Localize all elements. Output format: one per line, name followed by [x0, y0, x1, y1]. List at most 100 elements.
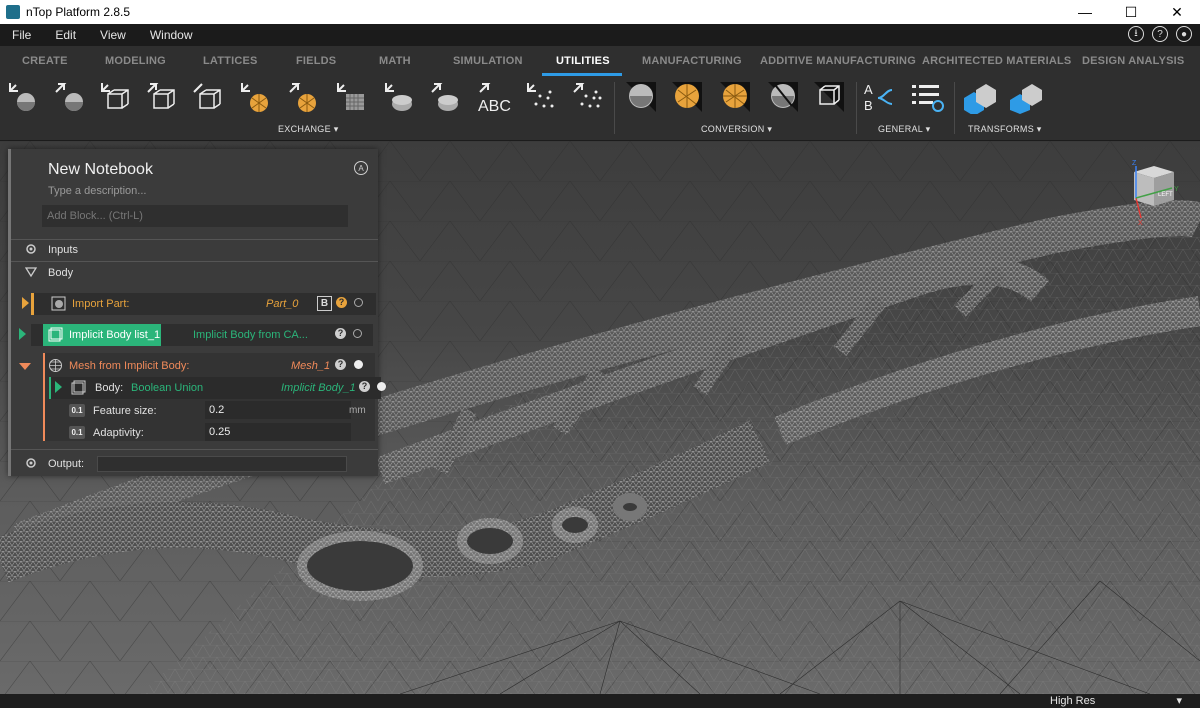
- group-label-exchange[interactable]: EXCHANGE ▾: [278, 124, 339, 135]
- body-from-lattice-tool[interactable]: [812, 80, 846, 114]
- chevron-down-icon: ▾: [1176, 695, 1182, 707]
- svg-text:Y: Y: [1174, 186, 1179, 193]
- tab-create[interactable]: CREATE: [22, 46, 68, 76]
- tab-simulation[interactable]: SIMULATION: [453, 46, 523, 76]
- implicit-body-list-block[interactable]: Implicit Body list_1 Implicit Body from …: [19, 324, 373, 346]
- body-section[interactable]: Body: [11, 262, 378, 284]
- notebook-pin-icon[interactable]: A: [354, 161, 368, 175]
- window-controls: — ☐ ✕: [1062, 0, 1200, 24]
- globe-icon: [48, 358, 63, 373]
- window-title: nTop Platform 2.8.5: [26, 5, 131, 19]
- list-tool[interactable]: [910, 80, 944, 114]
- inputs-section[interactable]: Inputs: [11, 239, 378, 261]
- collapse-triangle-icon: [24, 266, 38, 281]
- output-label: Output:: [48, 458, 85, 470]
- mesh-block-output-port[interactable]: [354, 360, 363, 369]
- body-input-port[interactable]: [377, 382, 386, 391]
- export-image-stack-tool[interactable]: [428, 80, 462, 114]
- view-cube[interactable]: LEFT Z Y X: [1124, 158, 1184, 227]
- export-points-tool[interactable]: [570, 80, 604, 114]
- tab-architected-materials[interactable]: ARCHITECTED MATERIALS: [922, 46, 1071, 76]
- tab-lattices[interactable]: LATTICES: [203, 46, 258, 76]
- convert-mesh-tool[interactable]: [670, 80, 704, 114]
- mesh-from-implicit-block[interactable]: Mesh from Implicit Body: Mesh_1 ?: [19, 355, 373, 377]
- implicit-body-list-output-port[interactable]: [353, 329, 362, 338]
- group-label-general[interactable]: GENERAL ▾: [878, 124, 930, 135]
- tab-design-analysis[interactable]: DESIGN ANALYSIS: [1082, 46, 1184, 76]
- body-input-row[interactable]: Body: Boolean Union Implicit Body_1 ?: [49, 377, 386, 399]
- import-points-tool[interactable]: [524, 80, 558, 114]
- expand-triangle-icon[interactable]: [22, 297, 29, 309]
- import-image-stack-tool[interactable]: [382, 80, 416, 114]
- adaptivity-input[interactable]: 0.25: [205, 423, 351, 441]
- svg-text:B: B: [864, 98, 873, 113]
- scalar-icon: 0.1: [69, 426, 85, 439]
- import-lattice-tool[interactable]: [98, 80, 132, 114]
- tab-additive-manufacturing[interactable]: ADDITIVE MANUFACTURING: [760, 46, 916, 76]
- transform-tool[interactable]: [962, 80, 996, 116]
- import-part-badge[interactable]: B: [317, 296, 332, 311]
- group-label-transforms[interactable]: TRANSFORMS ▾: [968, 124, 1042, 135]
- mesh-block-help-icon[interactable]: ?: [335, 359, 346, 370]
- adaptivity-label: Adaptivity:: [93, 427, 144, 439]
- tab-math[interactable]: MATH: [379, 46, 411, 76]
- minimize-button[interactable]: —: [1062, 0, 1108, 24]
- export-lattice-tool[interactable]: [144, 80, 178, 114]
- menu-bar: File Edit View Window ⭳ ? ●: [0, 24, 1200, 46]
- download-icon[interactable]: ⭳: [1128, 26, 1144, 42]
- import-part-output-port[interactable]: [354, 298, 363, 307]
- remesh-tool[interactable]: [718, 80, 752, 114]
- mesh-block-value: Mesh_1: [291, 360, 331, 372]
- menu-view[interactable]: View: [88, 28, 138, 42]
- account-icon[interactable]: ●: [1176, 26, 1192, 42]
- group-label-conversion[interactable]: CONVERSION ▾: [701, 124, 772, 135]
- inputs-label: Inputs: [48, 244, 78, 256]
- ribbon-separator: [954, 82, 955, 134]
- rename-tool[interactable]: AB: [862, 80, 896, 114]
- implicit-body-list-name: Implicit Body list_1: [69, 329, 161, 341]
- import-part-icon: [51, 296, 66, 311]
- ribbon-separator: [856, 82, 857, 134]
- import-text-tool[interactable]: ABC: [476, 80, 516, 115]
- import-part-block[interactable]: Import Part: Part_0 B ?: [22, 293, 376, 315]
- svg-text:LEFT: LEFT: [1158, 192, 1173, 198]
- notebook-description[interactable]: Type a description...: [48, 185, 146, 197]
- rotate-tool[interactable]: [1008, 80, 1042, 114]
- export-part-tool[interactable]: [52, 80, 86, 114]
- title-bar: nTop Platform 2.8.5 — ☐ ✕: [0, 0, 1200, 24]
- output-field[interactable]: [97, 456, 347, 472]
- expand-triangle-icon[interactable]: [55, 381, 62, 393]
- implicit-body-list-icon: [48, 327, 63, 342]
- import-mesh-tool[interactable]: [238, 80, 272, 114]
- import-volume-tool[interactable]: [334, 80, 368, 114]
- convert-body-tool[interactable]: [624, 80, 658, 114]
- export-graph-tool[interactable]: [190, 80, 224, 114]
- maximize-button[interactable]: ☐: [1108, 0, 1154, 24]
- tab-utilities[interactable]: UTILITIES: [556, 46, 610, 76]
- body-input-help-icon[interactable]: ?: [359, 381, 370, 392]
- notebook-title[interactable]: New Notebook: [48, 161, 153, 179]
- ribbon-toolbar: ABC EXCHANGE ▾ CONVERSION ▾ AB GENERAL ▾…: [0, 76, 1200, 141]
- implicit-body-list-value: Implicit Body from CA...: [193, 329, 308, 341]
- menu-window[interactable]: Window: [138, 28, 205, 42]
- help-icon[interactable]: ?: [1152, 26, 1168, 42]
- import-part-help-icon[interactable]: ?: [336, 297, 347, 308]
- export-mesh-tool[interactable]: [286, 80, 320, 114]
- import-part-value: Part_0: [266, 298, 299, 310]
- close-button[interactable]: ✕: [1154, 0, 1200, 24]
- output-gear-icon: [25, 457, 37, 472]
- collapse-triangle-icon[interactable]: [19, 363, 31, 370]
- tab-modeling[interactable]: MODELING: [105, 46, 166, 76]
- menu-file[interactable]: File: [0, 28, 43, 42]
- output-section: Output:: [11, 453, 378, 475]
- menu-edit[interactable]: Edit: [43, 28, 88, 42]
- resolution-select[interactable]: High Res ▾: [1050, 694, 1182, 708]
- implicit-body-list-help-icon[interactable]: ?: [335, 328, 346, 339]
- import-part-tool[interactable]: [6, 80, 40, 114]
- tab-fields[interactable]: FIELDS: [296, 46, 336, 76]
- tab-manufacturing[interactable]: MANUFACTURING: [642, 46, 742, 76]
- add-block-input[interactable]: Add Block... (Ctrl-L): [42, 205, 348, 227]
- expand-triangle-icon[interactable]: [19, 328, 26, 340]
- feature-size-input[interactable]: 0.2: [205, 401, 351, 419]
- body-from-mesh-tool[interactable]: [766, 80, 800, 114]
